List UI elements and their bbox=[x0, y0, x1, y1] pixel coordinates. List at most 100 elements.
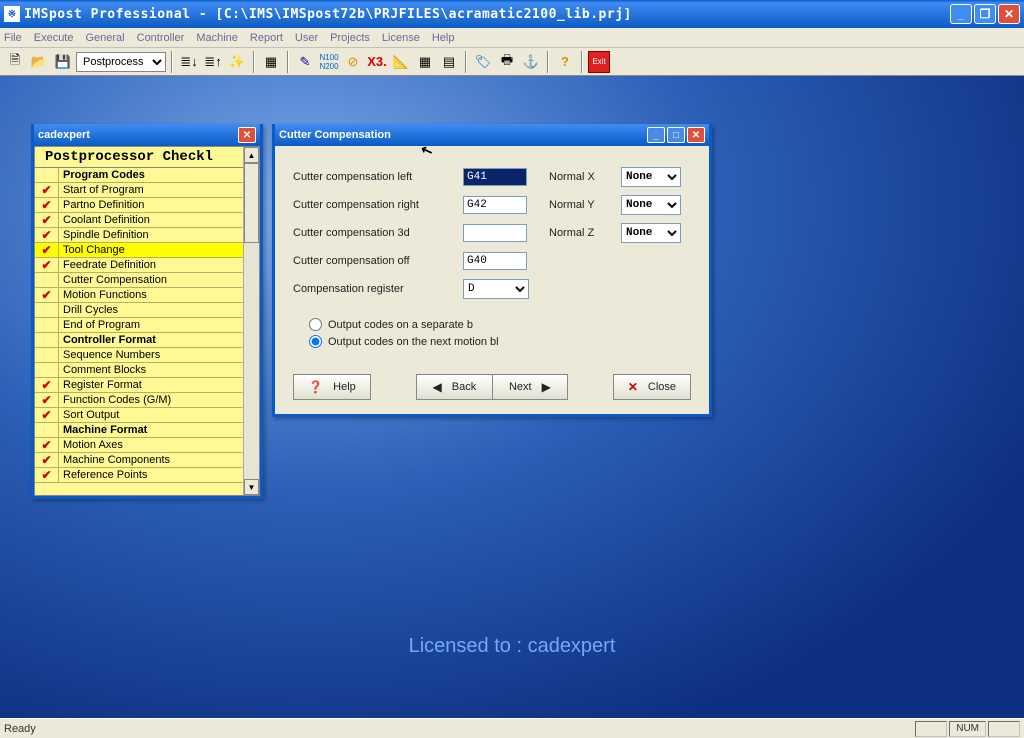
menu-file[interactable]: File bbox=[4, 32, 22, 44]
print-icon[interactable]: 🖶 bbox=[496, 51, 518, 73]
checklist-row[interactable]: ✔ Register Format bbox=[35, 378, 259, 393]
checklist-row[interactable]: End of Program bbox=[35, 318, 259, 333]
check-cell: ✔ bbox=[35, 453, 59, 467]
menu-help[interactable]: Help bbox=[432, 32, 455, 44]
close-button[interactable]: ✕ bbox=[998, 4, 1020, 24]
tool-btn-5[interactable]: ✎ bbox=[294, 51, 316, 73]
checklist-header: Postprocessor Checkl bbox=[35, 147, 259, 168]
checklist-row[interactable]: ✔Tool Change bbox=[35, 243, 259, 258]
label-normal-x: Normal X bbox=[549, 171, 621, 183]
check-cell: ✔ bbox=[35, 408, 59, 422]
checklist-row[interactable]: Sequence Numbers bbox=[35, 348, 259, 363]
checkmark-icon: ✔ bbox=[41, 393, 51, 407]
save-icon[interactable]: 💾 bbox=[52, 51, 74, 73]
tool-btn-6[interactable]: N100N200 bbox=[318, 51, 340, 73]
checklist-row[interactable]: Controller Format bbox=[35, 333, 259, 348]
scroll-thumb[interactable] bbox=[244, 163, 259, 243]
checklist-label: Machine Components bbox=[59, 454, 259, 466]
menu-controller[interactable]: Controller bbox=[137, 32, 185, 44]
cadexpert-titlebar[interactable]: cadexpert ✕ bbox=[34, 124, 260, 146]
tool-btn-12[interactable]: 🏷 bbox=[472, 51, 494, 73]
help-icon[interactable]: ? bbox=[554, 51, 576, 73]
menu-machine[interactable]: Machine bbox=[196, 32, 238, 44]
checklist-scrollbar[interactable]: ▲ ▼ bbox=[243, 147, 259, 495]
check-cell bbox=[35, 303, 59, 317]
checklist-row[interactable]: Program Codes bbox=[35, 168, 259, 183]
mode-dropdown[interactable]: Postprocess bbox=[76, 52, 166, 72]
tool-btn-7[interactable]: ⊘ bbox=[342, 51, 364, 73]
cutter-titlebar[interactable]: Cutter Compensation ↖ _ □ ✕ bbox=[275, 124, 709, 146]
input-comp-right[interactable] bbox=[463, 196, 527, 214]
checklist-row[interactable]: ✔Start of Program bbox=[35, 183, 259, 198]
new-icon[interactable]: 🗎 bbox=[4, 51, 26, 73]
menu-report[interactable]: Report bbox=[250, 32, 283, 44]
status-box-1 bbox=[915, 721, 947, 737]
input-comp-left[interactable] bbox=[463, 168, 527, 186]
checklist-row[interactable]: ✔Function Codes (G/M) bbox=[35, 393, 259, 408]
menu-execute[interactable]: Execute bbox=[34, 32, 74, 44]
menu-user[interactable]: User bbox=[295, 32, 318, 44]
checkmark-icon: ✔ bbox=[41, 378, 51, 392]
checklist-row[interactable]: ✔Reference Points bbox=[35, 468, 259, 483]
minimize-button[interactable]: _ bbox=[950, 4, 972, 24]
checklist-row[interactable]: Comment Blocks bbox=[35, 363, 259, 378]
checklist-row[interactable]: ✔Sort Output bbox=[35, 408, 259, 423]
tool-btn-11[interactable]: ▤ bbox=[438, 51, 460, 73]
checklist-row[interactable]: Cutter Compensation bbox=[35, 273, 259, 288]
maximize-button[interactable]: ❐ bbox=[974, 4, 996, 24]
select-normal-x[interactable]: None bbox=[621, 167, 681, 187]
checklist-row[interactable]: ✔Motion Functions bbox=[35, 288, 259, 303]
help-button[interactable]: ❓ Help bbox=[293, 374, 371, 400]
back-button[interactable]: ◀ Back bbox=[416, 374, 492, 400]
dialog-minimize-button[interactable]: _ bbox=[647, 127, 665, 143]
tool-btn-3[interactable]: ✨ bbox=[226, 51, 248, 73]
checklist-row[interactable]: ✔Motion Axes bbox=[35, 438, 259, 453]
select-normal-y[interactable]: None bbox=[621, 195, 681, 215]
tool-btn-4[interactable]: ▦ bbox=[260, 51, 282, 73]
checklist-row[interactable]: ✔Machine Components bbox=[35, 453, 259, 468]
exit-icon[interactable]: Exit bbox=[588, 51, 610, 73]
menu-license[interactable]: License bbox=[382, 32, 420, 44]
tool-btn-9[interactable]: 📐 bbox=[390, 51, 412, 73]
open-icon[interactable]: 📂 bbox=[28, 51, 50, 73]
radio-next-motion[interactable] bbox=[309, 335, 322, 348]
check-cell bbox=[35, 168, 59, 182]
checkmark-icon: ✔ bbox=[41, 258, 51, 272]
checklist-row[interactable]: Drill Cycles bbox=[35, 303, 259, 318]
tool-btn-1[interactable]: ≣↓ bbox=[178, 51, 200, 73]
select-normal-z[interactable]: None bbox=[621, 223, 681, 243]
tool-btn-13[interactable]: ⚓ bbox=[520, 51, 542, 73]
scroll-down-icon[interactable]: ▼ bbox=[244, 479, 259, 495]
menu-general[interactable]: General bbox=[85, 32, 124, 44]
close-button-label: Close bbox=[648, 381, 676, 393]
checklist-label: Machine Format bbox=[59, 424, 259, 436]
input-comp-off[interactable] bbox=[463, 252, 527, 270]
tool-btn-2[interactable]: ≣↑ bbox=[202, 51, 224, 73]
checklist-label: Register Format bbox=[59, 379, 259, 391]
label-comp-3d: Cutter compensation 3d bbox=[293, 227, 463, 239]
tool-btn-10[interactable]: ▦ bbox=[414, 51, 436, 73]
menu-projects[interactable]: Projects bbox=[330, 32, 370, 44]
input-comp-3d[interactable] bbox=[463, 224, 527, 242]
checklist-label: Partno Definition bbox=[59, 199, 259, 211]
tool-btn-8[interactable]: X3. bbox=[366, 51, 388, 73]
checklist-label: Feedrate Definition bbox=[59, 259, 259, 271]
scroll-up-icon[interactable]: ▲ bbox=[244, 147, 259, 163]
checklist-row[interactable]: ✔ Feedrate Definition bbox=[35, 258, 259, 273]
select-comp-register[interactable]: D bbox=[463, 279, 529, 299]
checklist-row[interactable]: ✔Partno Definition bbox=[35, 198, 259, 213]
back-arrow-icon: ◀ bbox=[433, 380, 442, 394]
next-button[interactable]: Next ▶ bbox=[492, 374, 568, 400]
help-question-icon: ❓ bbox=[308, 380, 323, 394]
check-cell: ✔ bbox=[35, 438, 59, 452]
cadexpert-close-button[interactable]: ✕ bbox=[238, 127, 256, 143]
checklist-row[interactable]: Machine Format bbox=[35, 423, 259, 438]
close-dialog-button[interactable]: ✕ Close bbox=[613, 374, 691, 400]
dialog-close-button[interactable]: ✕ bbox=[687, 127, 705, 143]
dialog-maximize-button[interactable]: □ bbox=[667, 127, 685, 143]
checklist-row[interactable]: ✔Spindle Definition bbox=[35, 228, 259, 243]
checklist-row[interactable]: ✔Coolant Definition bbox=[35, 213, 259, 228]
help-button-label: Help bbox=[333, 381, 356, 393]
status-num: NUM bbox=[949, 721, 986, 737]
radio-separate-block[interactable] bbox=[309, 318, 322, 331]
